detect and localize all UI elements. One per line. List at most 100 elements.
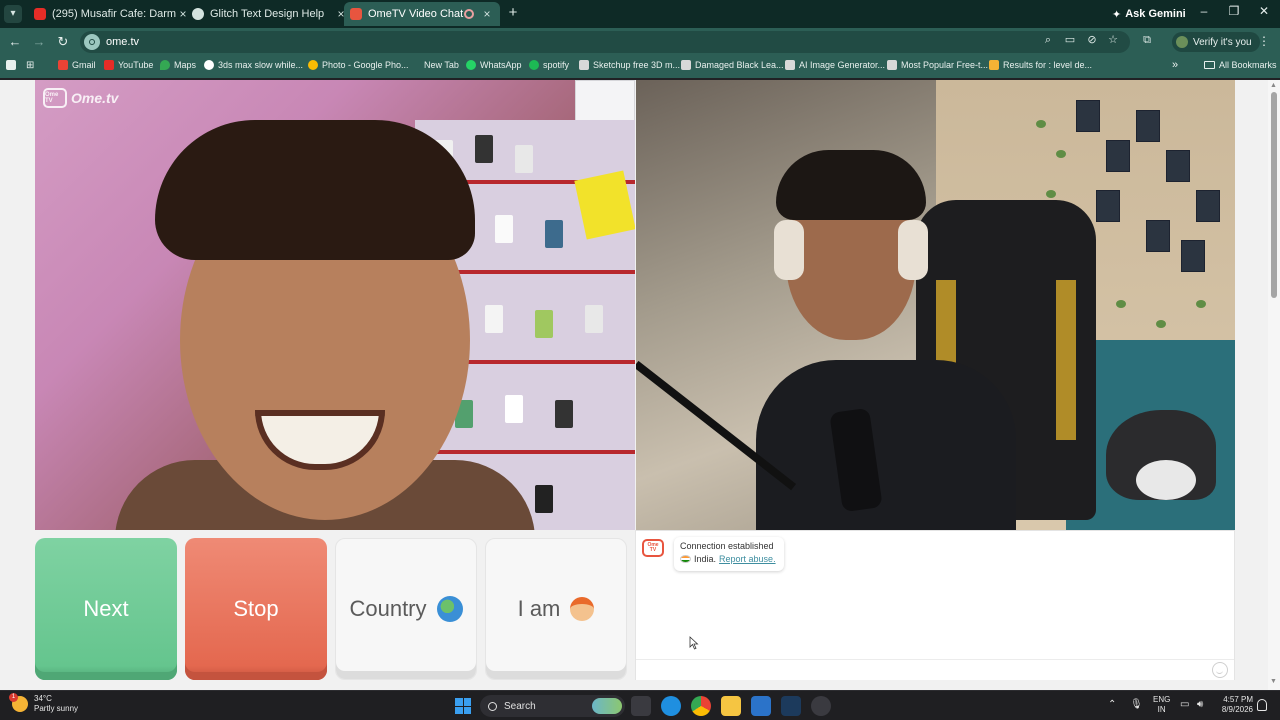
bookmark-sketchup[interactable]: Sketchup free 3D m... [579,60,680,70]
search-placeholder: Search [504,700,536,712]
page-scrollbar[interactable]: ▲ ▼ [1268,80,1280,690]
reload-icon[interactable]: ↻ [54,33,72,51]
recorder-icon[interactable] [811,696,831,716]
eye-off-icon[interactable]: ⊘ [1085,33,1099,47]
bookmark-gmail[interactable]: Gmail [58,60,96,70]
app-icon[interactable] [781,696,801,716]
site-info-icon[interactable] [84,34,100,50]
country-button[interactable]: Country [335,538,477,680]
bookmark-whatsapp[interactable]: WhatsApp [466,60,522,70]
brand-text: Ome.tv [71,90,119,106]
poster [1096,190,1120,222]
bookmark-star-icon[interactable]: ☆ [1106,33,1120,47]
volume-icon[interactable]: 🔊︎ [1197,699,1203,710]
cast-icon[interactable]: ▭ [1063,33,1077,47]
scroll-up-icon[interactable]: ▲ [1270,82,1277,89]
apps-icon[interactable]: ⊞ [26,60,34,71]
search-icon [488,701,497,711]
forward-icon[interactable]: → [30,33,48,51]
weather-widget[interactable]: 1 34°C Partly sunny [9,693,78,714]
zoom-icon[interactable]: ⌕ [1041,33,1055,47]
store-icon[interactable] [751,696,771,716]
poster [1181,240,1205,272]
language-indicator[interactable]: ENG IN [1153,695,1170,715]
page-icon [681,60,691,70]
bookmark-damaged-leather[interactable]: Damaged Black Lea... [681,60,784,70]
task-view-icon[interactable] [631,696,651,716]
bookmark-label: Sketchup free 3D m... [593,60,681,70]
tab-youtube[interactable]: (295) Musafir Cafe: Darmiyaan | × [28,2,196,26]
close-window-icon[interactable]: ✕ [1254,4,1274,18]
bookmark-youtube[interactable]: YouTube [104,60,153,70]
region-code: IN [1157,705,1166,714]
clock[interactable]: 4:57 PM 8/9/2026 [1215,695,1253,715]
tab-close-icon[interactable]: × [480,7,494,21]
bookmark-ai-image[interactable]: AI Image Generator... [785,60,885,70]
tab-title: (295) Musafir Cafe: Darmiyaan | [52,8,176,20]
bookmark-spotify[interactable]: spotify [529,60,569,70]
ometv-icon [350,8,362,20]
bookmark-label: Most Popular Free-t... [901,60,989,70]
bookmark-new-tab[interactable]: New Tab [410,60,459,70]
menu-icon[interactable]: ⋮ [1258,34,1270,48]
network-icon[interactable]: ▭ [1180,699,1189,710]
ask-gemini-button[interactable]: ✦ Ask Gemini [1104,5,1194,23]
globe-icon [436,596,463,622]
country-label: Country [349,596,427,621]
notification-badge: 1 [9,693,18,702]
profile-button[interactable]: Verify it's you [1172,32,1260,52]
edge-icon[interactable] [661,696,681,716]
bookmark-3ds-max[interactable]: 3ds max slow while... [204,60,303,70]
file-explorer-icon[interactable] [721,696,741,716]
weather-icon: 1 [9,693,28,712]
address-bar[interactable]: ome.tv [80,31,1130,53]
youtube-icon [34,8,46,20]
time: 4:57 PM [1223,695,1253,704]
gmail-icon [58,60,68,70]
message-input[interactable] [636,659,1234,680]
partner-country: India. [694,554,717,564]
next-button[interactable]: Next [35,538,177,680]
photos-icon [308,60,318,70]
maps-icon [160,60,170,70]
minimize-icon[interactable]: – [1194,4,1214,18]
gender-button[interactable]: I am [485,538,627,680]
tab-ometv[interactable]: OmeTV Video Chat — Ome × [344,2,500,26]
bookmark-maps[interactable]: Maps [160,60,196,70]
extensions-icon[interactable]: ⧉ [1140,33,1154,47]
tab-glitch-text[interactable]: Glitch Text Design Help × [186,2,354,26]
globe-icon [204,60,214,70]
sidebar-toggle-icon[interactable] [6,60,16,70]
scroll-down-icon[interactable]: ▼ [1270,678,1277,685]
india-flag-icon [680,555,691,563]
stop-button[interactable]: Stop [185,538,327,680]
new-tab-button[interactable]: + [505,4,521,21]
bookmark-results-level[interactable]: Results for : level de... [989,60,1092,70]
notification-bell-icon[interactable] [1257,699,1267,711]
poster [1076,100,1100,132]
taskbar-search[interactable]: Search [480,695,625,717]
bookmark-label: AI Image Generator... [799,60,886,70]
microphone-icon[interactable]: 🎙︎ [1130,699,1143,710]
more-bookmarks-icon[interactable]: » [1172,59,1178,71]
start-button[interactable] [455,698,471,714]
tv-icon: Ome TV [43,88,67,108]
bookmark-label: Gmail [72,60,96,70]
scroll-thumb[interactable] [1271,92,1277,298]
tab-search-icon[interactable]: ▾ [4,5,22,23]
headphones [774,220,804,280]
show-hidden-icons[interactable]: ⌃ [1108,699,1116,710]
ask-gemini-label: Ask Gemini [1125,8,1186,20]
tab-title: OmeTV Video Chat — Ome [368,8,464,20]
back-icon[interactable]: ← [6,33,24,51]
report-abuse-link[interactable]: Report abuse. [719,554,776,564]
bookmark-most-popular[interactable]: Most Popular Free-t... [887,60,988,70]
whatsapp-icon [466,60,476,70]
all-bookmarks-button[interactable]: All Bookmarks [1204,60,1277,70]
mouse-cursor-icon [689,636,699,650]
all-bookmarks-label: All Bookmarks [1219,60,1277,70]
emoji-icon[interactable] [1212,662,1228,678]
restore-icon[interactable]: ❐ [1224,4,1244,18]
bookmark-google-photos[interactable]: Photo - Google Pho... [308,60,409,70]
chrome-icon[interactable] [691,696,711,716]
